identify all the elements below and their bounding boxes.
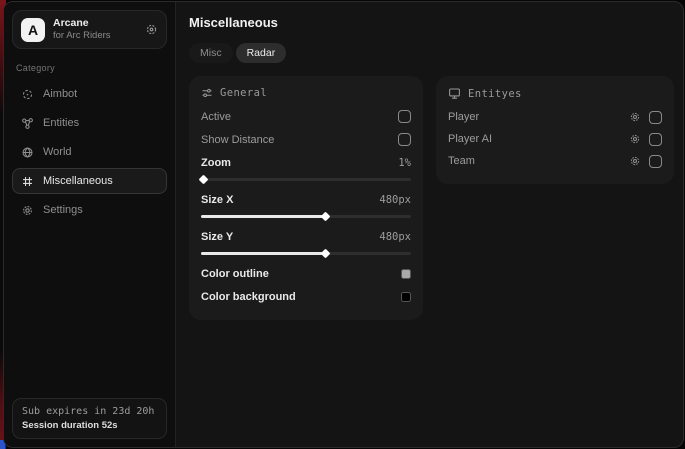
size-y-slider[interactable]	[201, 252, 411, 255]
size-y-label: Size Y	[201, 231, 233, 243]
gear-icon	[21, 204, 34, 217]
screen: A Arcane for Arc Riders Category	[0, 0, 685, 449]
general-panel: General Active Show Distance Zoom 1%	[189, 76, 423, 320]
main-content: Miscellaneous Misc Radar General	[176, 2, 684, 447]
sidebar-item-label: World	[43, 146, 72, 158]
tab-bar: Misc Radar	[189, 43, 674, 63]
size-y-value: 480px	[379, 231, 411, 243]
session-duration-text: Session duration 52s	[22, 420, 157, 431]
gear-icon[interactable]	[145, 23, 158, 36]
size-x-slider-fill	[201, 215, 325, 218]
entities-panel-header: Entityes	[448, 87, 662, 100]
app-window: A Arcane for Arc Riders Category	[3, 1, 684, 448]
crosshair-icon	[21, 88, 34, 101]
team-label: Team	[448, 155, 629, 167]
sidebar-item-label: Entities	[43, 117, 79, 129]
show-distance-checkbox[interactable]	[398, 133, 411, 146]
brand-logo: A	[21, 18, 45, 42]
tab-misc[interactable]: Misc	[189, 43, 233, 63]
entities-icon	[21, 117, 34, 130]
team-row: Team	[448, 150, 662, 172]
player-row: Player	[448, 106, 662, 128]
sidebar-item-settings[interactable]: Settings	[12, 197, 167, 223]
active-checkbox[interactable]	[398, 110, 411, 123]
size-x-value: 480px	[379, 194, 411, 206]
tab-radar[interactable]: Radar	[236, 43, 287, 63]
brand-subtitle: for Arc Riders	[53, 30, 137, 42]
panels: General Active Show Distance Zoom 1%	[189, 76, 674, 320]
size-y-slider-handle[interactable]	[320, 248, 330, 258]
size-x-label: Size X	[201, 194, 233, 206]
brand-text: Arcane for Arc Riders	[53, 17, 137, 42]
zoom-label: Zoom	[201, 157, 231, 169]
color-outline-label: Color outline	[201, 268, 269, 280]
entities-panel: Entityes Player Player AI	[436, 76, 674, 184]
zoom-slider-handle[interactable]	[199, 174, 209, 184]
sidebar-item-world[interactable]: World	[12, 139, 167, 165]
entities-panel-title: Entityes	[468, 88, 522, 100]
zoom-value: 1%	[398, 157, 411, 169]
player-checkbox[interactable]	[649, 111, 662, 124]
size-x-row: Size X 480px	[201, 188, 411, 211]
sub-expires-text: Sub expires in 23d 20h	[22, 406, 157, 417]
sidebar-item-entities[interactable]: Entities	[12, 110, 167, 136]
player-label: Player	[448, 111, 629, 123]
size-x-slider[interactable]	[201, 215, 411, 218]
color-background-row: Color background	[201, 285, 411, 308]
gear-icon[interactable]	[629, 155, 641, 167]
color-outline-swatch[interactable]	[401, 269, 411, 279]
player-ai-label: Player AI	[448, 133, 629, 145]
page-title: Miscellaneous	[189, 15, 674, 30]
show-distance-label: Show Distance	[201, 134, 274, 146]
player-ai-row: Player AI	[448, 128, 662, 150]
gear-icon[interactable]	[629, 133, 641, 145]
size-y-row: Size Y 480px	[201, 225, 411, 248]
category-label: Category	[16, 63, 163, 73]
general-panel-title: General	[220, 87, 267, 99]
zoom-row: Zoom 1%	[201, 151, 411, 174]
sidebar-item-label: Settings	[43, 204, 83, 216]
player-ai-checkbox[interactable]	[649, 133, 662, 146]
size-y-slider-fill	[201, 252, 325, 255]
sidebar-item-label: Aimbot	[43, 88, 77, 100]
zoom-slider[interactable]	[201, 178, 411, 181]
active-row: Active	[201, 105, 411, 128]
size-x-slider-handle[interactable]	[320, 211, 330, 221]
show-distance-row: Show Distance	[201, 128, 411, 151]
sidebar: A Arcane for Arc Riders Category	[4, 2, 176, 447]
sidebar-item-miscellaneous[interactable]: Miscellaneous	[12, 168, 167, 194]
color-background-label: Color background	[201, 291, 296, 303]
general-panel-header: General	[201, 87, 411, 99]
team-checkbox[interactable]	[649, 155, 662, 168]
gear-icon[interactable]	[629, 111, 641, 123]
active-label: Active	[201, 111, 231, 123]
grid-icon	[21, 175, 34, 188]
color-background-swatch[interactable]	[401, 292, 411, 302]
monitor-icon	[448, 87, 461, 100]
sliders-icon	[201, 87, 213, 99]
sidebar-item-aimbot[interactable]: Aimbot	[12, 81, 167, 107]
sidebar-item-label: Miscellaneous	[43, 175, 113, 187]
subscription-card: Sub expires in 23d 20h Session duration …	[12, 398, 167, 439]
sidebar-spacer	[12, 226, 167, 398]
brand-card: A Arcane for Arc Riders	[12, 10, 167, 49]
globe-icon	[21, 146, 34, 159]
color-outline-row: Color outline	[201, 262, 411, 285]
brand-title: Arcane	[53, 17, 137, 30]
